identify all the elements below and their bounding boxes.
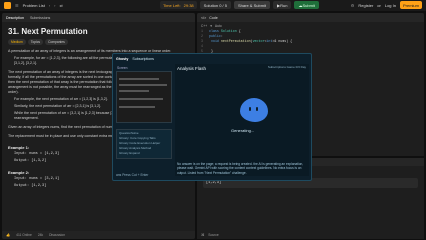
menu-item[interactable]: Ghosty: Core Copying Tabs [119, 136, 169, 140]
next-icon[interactable]: › [54, 3, 55, 8]
login-link[interactable]: Log In [385, 3, 396, 8]
source-link[interactable]: Source [208, 233, 218, 237]
source-icon[interactable]: ⌘ [201, 233, 204, 237]
chevron-down-icon[interactable]: ▾ [210, 24, 212, 28]
ghosty-sidebar: Screen QuestionSolve Ghosty: Core Copyin… [116, 64, 174, 176]
list-icon[interactable]: ☰ [15, 3, 19, 8]
discussion-link[interactable]: Discussion [49, 233, 65, 237]
problem-list-link[interactable]: Problem List [23, 3, 45, 8]
menu-item[interactable]: Ghosty Analysis Method [119, 146, 169, 150]
prev-icon[interactable]: ‹ [49, 3, 50, 8]
likes-count[interactable]: 24k [38, 233, 43, 237]
submit-button[interactable]: ☁ Submit [294, 1, 319, 9]
share-submit-button[interactable]: Share & Submit [234, 1, 271, 9]
timer[interactable]: Time Left: 29:38 [160, 1, 197, 9]
mode-label[interactable]: Auto [215, 24, 222, 28]
problem-title: 31. Next Permutation [8, 27, 88, 36]
submit-label: Submit [302, 2, 315, 8]
solution-counter[interactable]: Solution 0 / 5 [199, 1, 232, 9]
ghosty-badge[interactable]: Subscriptions [132, 57, 154, 61]
shuffle-icon[interactable]: ⇄ [60, 3, 63, 8]
register-link[interactable]: Register [358, 3, 373, 8]
tab-code[interactable]: Code [209, 16, 218, 20]
generating-status: Generating... [231, 128, 255, 133]
menu-item[interactable]: QuestionSolve [119, 131, 169, 135]
top-bar: ☰ Problem List ‹ › ⇄ Time Left: 29:38 So… [0, 0, 426, 11]
menu-item[interactable]: Ghosty Code Execution Helper [119, 141, 169, 145]
timer-value: 29:38 [183, 2, 194, 8]
ghosty-brand: Ghosty [116, 56, 129, 61]
tab-description[interactable]: Description [6, 16, 24, 20]
example-2-output: Output: [1,2,3] [14, 184, 47, 188]
companies-chip[interactable]: Companies [45, 39, 68, 45]
shortcut-hint: ans Press Cut + Enter [116, 173, 149, 177]
difficulty-badge: Medium [8, 39, 26, 45]
settings-icon[interactable]: ⚙ [351, 3, 355, 8]
premium-button[interactable]: Premium [399, 1, 422, 9]
ghosty-menu: QuestionSolve Ghosty: Core Copying Tabs … [116, 129, 172, 159]
ghost-mascot-icon [240, 98, 268, 122]
screen-title: Screen [117, 66, 128, 70]
topics-chip[interactable]: Topics [27, 39, 44, 45]
language-select[interactable]: C++ [201, 24, 207, 28]
analysis-aux: Subscriptions Game 0/3 Day [267, 65, 306, 69]
tab-submissions[interactable]: Submissions [30, 16, 50, 20]
leetcode-logo[interactable] [4, 2, 11, 9]
or-text: or [377, 2, 381, 8]
screen-thumbnail[interactable] [116, 71, 172, 123]
run-button[interactable]: ▶ Run [273, 1, 292, 9]
timer-label: Time Left: [163, 2, 181, 8]
code-icon: </> [201, 15, 207, 20]
menu-item[interactable]: Ghosty Expand [119, 151, 169, 155]
online-count: 411 Online [16, 233, 32, 237]
analysis-pane: Analysis Flash Subscriptions Game 0/3 Da… [175, 64, 309, 176]
ghosty-overlay[interactable]: Ghosty Subscriptions Screen QuestionSolv… [112, 53, 312, 181]
run-label: Run [280, 2, 288, 8]
analysis-note: No answer is on the page; a request is b… [177, 161, 304, 175]
like-icon[interactable]: 👍 [6, 233, 10, 237]
